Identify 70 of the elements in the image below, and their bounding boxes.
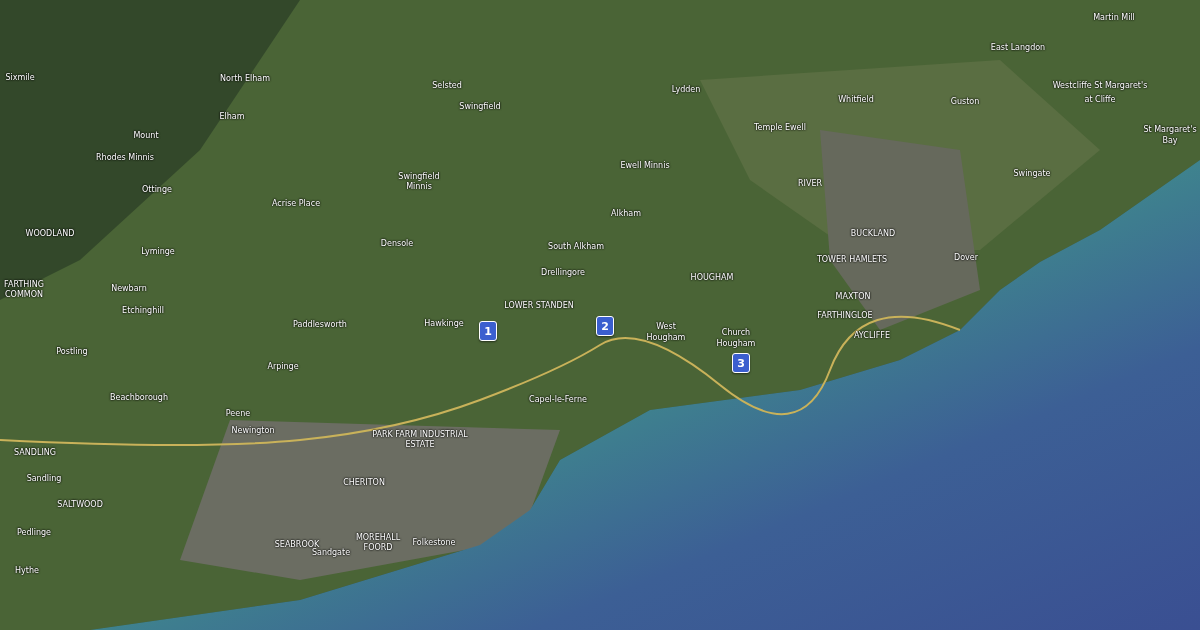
place-label: LOWER STANDEN: [504, 302, 574, 310]
place-label: South Alkham: [548, 243, 604, 251]
place-label: Hougham: [716, 340, 756, 348]
place-label: Ottinge: [142, 186, 172, 194]
place-label: SALTWOOD: [57, 501, 103, 509]
place-label: Paddlesworth: [293, 321, 347, 329]
place-label: West: [656, 323, 676, 331]
place-label: Ewell Minnis: [620, 162, 670, 170]
place-label: COMMON: [5, 291, 43, 299]
place-label: Lydden: [671, 86, 701, 94]
place-label: RIVER: [798, 180, 822, 188]
place-label: Bay: [1162, 137, 1178, 145]
place-label: CHERITON: [343, 479, 385, 487]
map-marker[interactable]: 3: [732, 353, 750, 373]
place-label: Sandgate: [311, 549, 351, 557]
place-label: Westcliffe St Margaret's: [1052, 82, 1148, 90]
place-label: Selsted: [432, 82, 462, 90]
place-label: Lyminge: [141, 248, 175, 256]
place-label: SANDLING: [14, 449, 56, 457]
place-label: Folkestone: [412, 539, 456, 547]
place-label: Swingfield: [459, 103, 501, 111]
map-marker[interactable]: 1: [479, 321, 497, 341]
place-label: Alkham: [610, 210, 642, 218]
place-label: Mount: [133, 132, 159, 140]
place-label: Martin Mill: [1093, 14, 1135, 22]
place-label: Sandling: [26, 475, 62, 483]
place-label: Hawkinge: [424, 320, 464, 328]
place-label: FARTHING: [4, 281, 44, 289]
place-label: at Cliffe: [1084, 96, 1116, 104]
place-label: Arpinge: [267, 363, 299, 371]
place-label: Drellingore: [541, 269, 585, 277]
place-label: Hythe: [15, 567, 39, 575]
place-label: HOUGHAM: [690, 274, 734, 282]
place-label: Guston: [950, 98, 980, 106]
place-label: Newbarn: [111, 285, 147, 293]
place-label: FARTHINGLOE: [817, 312, 873, 320]
place-label: Capel-le-Ferne: [529, 396, 587, 404]
place-label: Rhodes Minnis: [96, 154, 154, 162]
place-label: MAXTON: [835, 293, 871, 301]
place-label: TOWER HAMLETS: [816, 256, 888, 264]
place-label: North Elham: [220, 75, 270, 83]
place-label: Church: [721, 329, 751, 337]
place-label: Sixmile: [5, 74, 35, 82]
place-label: WOODLAND: [25, 230, 75, 238]
place-label: Whitfield: [838, 96, 874, 104]
map-marker[interactable]: 2: [596, 316, 614, 336]
place-label: Elham: [219, 113, 245, 121]
place-label: Newington: [231, 427, 275, 435]
place-label: Beachborough: [110, 394, 168, 402]
place-label: PARK FARM INDUSTRIAL: [372, 431, 468, 439]
place-label: St Margaret's: [1143, 126, 1197, 134]
place-label: Hougham: [646, 334, 686, 342]
place-label: Temple Ewell: [754, 124, 806, 132]
place-label: Peene: [225, 410, 251, 418]
place-label: FOORD: [363, 544, 393, 552]
place-label: AYCLIFFE: [854, 332, 890, 340]
place-label: MOREHALL: [355, 534, 401, 542]
place-label: Swingfield: [398, 173, 440, 181]
place-label: Dover: [954, 254, 978, 262]
place-label: BUCKLAND: [850, 230, 896, 238]
place-label: ESTATE: [405, 441, 435, 449]
place-label: Densole: [380, 240, 414, 248]
place-label: SEABROOK: [274, 541, 320, 549]
place-label: Minnis: [406, 183, 432, 191]
place-label: East Langdon: [990, 44, 1046, 52]
place-label: Swingate: [1013, 170, 1051, 178]
place-label: Etchinghill: [122, 307, 164, 315]
place-label: Acrise Place: [271, 200, 321, 208]
place-label: Pedlinge: [16, 529, 52, 537]
place-label: Postling: [56, 348, 88, 356]
